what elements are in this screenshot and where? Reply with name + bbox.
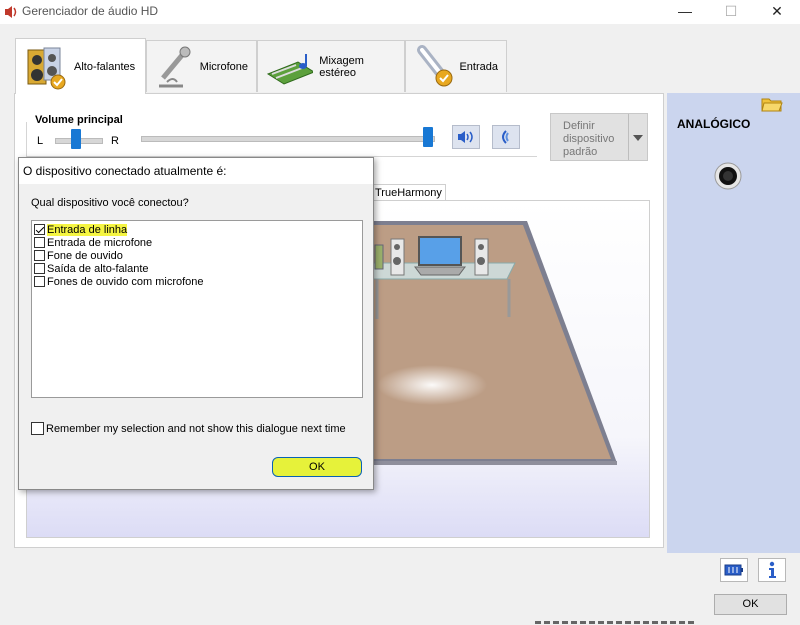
tab-stereo-mix-label: Mixagem estéreo xyxy=(319,54,364,79)
volume-track[interactable] xyxy=(141,136,435,142)
window-title: Gerenciador de áudio HD xyxy=(22,4,159,18)
default-device-label: Definir dispositivo padrão xyxy=(563,120,615,158)
chevron-down-icon xyxy=(633,135,643,141)
microphone-icon xyxy=(159,46,191,87)
info-icon xyxy=(769,561,776,578)
balance-slider-thumb[interactable] xyxy=(70,129,81,149)
audio-jack-icon[interactable] xyxy=(713,161,743,191)
remember-label: Remember my selection and not show this … xyxy=(46,422,346,435)
device-checkbox[interactable] xyxy=(34,250,45,261)
tab-microphone-label: Microfone xyxy=(199,60,248,73)
swap-channels-button[interactable] xyxy=(492,125,520,149)
tab-input[interactable]: Entrada xyxy=(405,40,507,92)
device-option[interactable]: Entrada de microfone xyxy=(34,236,152,249)
battery-button[interactable] xyxy=(720,558,748,582)
device-checkbox[interactable] xyxy=(34,224,45,235)
device-checkbox[interactable] xyxy=(34,276,45,287)
tab-input-label: Entrada xyxy=(459,60,498,73)
remember-option[interactable]: Remember my selection and not show this … xyxy=(31,422,346,435)
speaker-volume-icon xyxy=(458,131,473,143)
folder-icon[interactable] xyxy=(760,93,784,113)
device-option[interactable]: Fones de ouvido com microfone xyxy=(34,275,204,288)
swap-icon xyxy=(502,130,509,144)
speaker-app-icon xyxy=(5,6,17,18)
tab-trueharmony[interactable]: TrueHarmony xyxy=(372,184,446,201)
device-checkbox[interactable] xyxy=(34,263,45,274)
device-checkbox[interactable] xyxy=(34,237,45,248)
tab-speakers-label: Alto-falantes xyxy=(74,60,136,73)
analog-panel: ANALÓGICO xyxy=(667,93,800,553)
connected-device-dialog: O dispositivo conectado atualmente é: Qu… xyxy=(18,157,374,490)
device-label: Fone de ouvido xyxy=(47,249,123,262)
device-option[interactable]: Saída de alto-falante xyxy=(34,262,149,275)
mute-button[interactable] xyxy=(452,125,480,149)
dialog-ok-button[interactable]: OK xyxy=(272,457,362,477)
device-option[interactable]: Entrada de linha xyxy=(34,223,128,236)
battery-icon xyxy=(724,564,743,576)
maximize-button[interactable]: ☐ xyxy=(708,0,754,24)
tab-microphone[interactable]: Microfone xyxy=(146,40,257,92)
minimize-button[interactable]: — xyxy=(662,0,708,24)
dialog-question: Qual dispositivo você conectou? xyxy=(31,197,189,209)
device-label: Saída de alto-falante xyxy=(47,262,149,275)
dialog-title: O dispositivo conectado atualmente é: xyxy=(23,164,227,178)
balance-left-label: L xyxy=(37,135,44,147)
mixer-icon xyxy=(266,53,314,85)
speaker-icon xyxy=(27,47,66,89)
info-button[interactable] xyxy=(758,558,786,582)
device-label: Fones de ouvido com microfone xyxy=(47,275,204,288)
tab-speakers[interactable]: Alto-falantes xyxy=(15,38,146,94)
tab-stereo-mix[interactable]: Mixagem estéreo xyxy=(257,40,405,92)
balance-right-label: R xyxy=(111,135,119,147)
main-ok-button[interactable]: OK xyxy=(714,594,787,615)
device-label: Entrada de microfone xyxy=(47,236,153,249)
bottom-cut-text xyxy=(535,617,695,625)
analog-title: ANALÓGICO xyxy=(677,117,751,131)
volume-slider-thumb[interactable] xyxy=(423,127,433,147)
default-device-dropdown[interactable] xyxy=(628,114,647,160)
device-list: Entrada de linha Entrada de microfone Fone… xyxy=(31,220,363,398)
remember-checkbox[interactable] xyxy=(31,422,44,435)
input-icon xyxy=(417,44,453,86)
device-option[interactable]: Fone de ouvido xyxy=(34,249,123,262)
dialog-title-bar: O dispositivo conectado atualmente é: xyxy=(19,158,373,184)
device-label: Entrada de linha xyxy=(47,223,128,236)
title-bar: Gerenciador de áudio HD — ☐ ✕ xyxy=(0,0,800,24)
default-device-button[interactable]: Definir dispositivo padrão xyxy=(550,113,648,161)
close-button[interactable]: ✕ xyxy=(754,0,800,24)
